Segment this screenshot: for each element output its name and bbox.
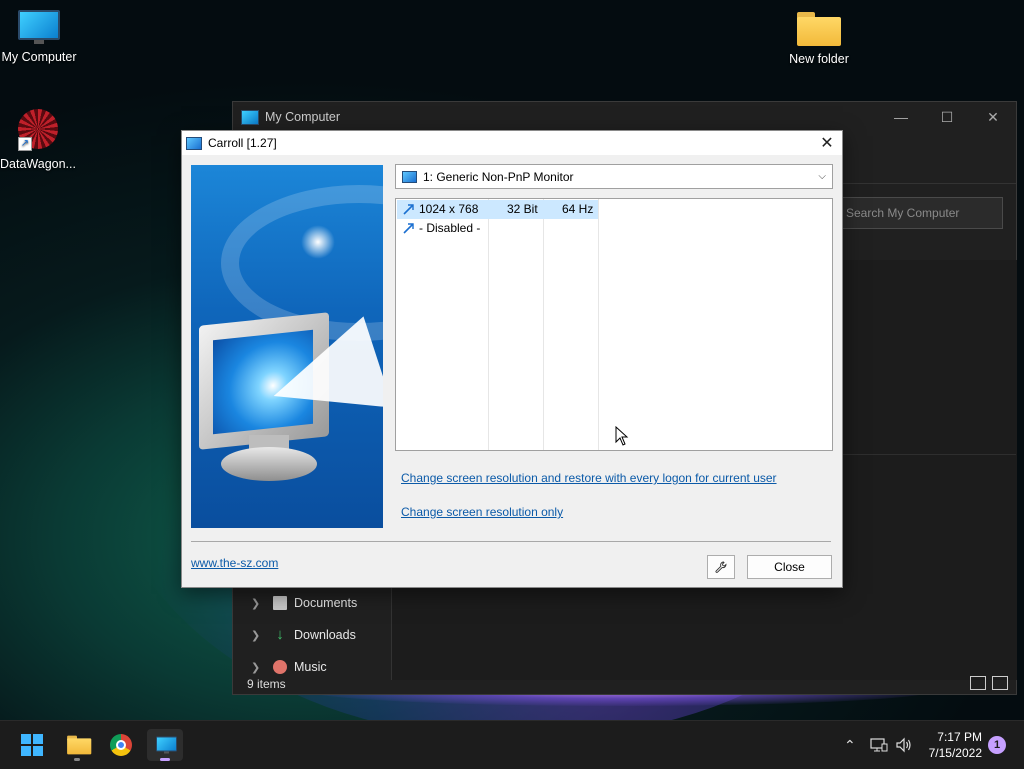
dialog-close-x-button[interactable]: ✕ bbox=[812, 131, 842, 155]
website-link[interactable]: www.the-sz.com bbox=[191, 556, 278, 570]
status-bar-item-count: 9 items bbox=[247, 677, 286, 691]
volume-icon[interactable] bbox=[895, 721, 913, 769]
desktop-icon-label: My Computer bbox=[1, 50, 77, 64]
maximize-button[interactable]: ☐ bbox=[924, 102, 970, 132]
change-resolution-only-link[interactable]: Change screen resolution only bbox=[401, 505, 563, 519]
chevron-right-icon[interactable]: ❯ bbox=[251, 629, 273, 642]
refresh-rate-cell: 64 Hz bbox=[562, 202, 594, 216]
clock-time: 7:17 PM bbox=[937, 730, 982, 744]
resize-arrow-icon bbox=[403, 223, 414, 234]
resolution-row-selected[interactable]: 1024 x 768 32 Bit 64 Hz bbox=[397, 200, 598, 219]
nav-item-label: Music bbox=[294, 660, 327, 674]
taskbar: ⌃ 7:17 PM 7/15/2022 1 bbox=[0, 720, 1024, 769]
desktop-icon-datawagon[interactable]: ↗ DataWagon... bbox=[0, 107, 86, 171]
large-icons-view-icon[interactable] bbox=[992, 676, 1008, 690]
close-button[interactable]: Close bbox=[747, 555, 832, 579]
carroll-dialog: Carroll [1.27] ✕ 1: Generic Non-PnP Moni… bbox=[181, 130, 843, 588]
resize-arrow-icon bbox=[403, 204, 414, 215]
resolution-row[interactable]: - Disabled - bbox=[397, 219, 598, 238]
close-button[interactable]: ✕ bbox=[970, 102, 1016, 132]
monitor-icon bbox=[241, 109, 259, 125]
nav-item-documents[interactable]: ❯ Documents bbox=[251, 596, 357, 610]
taskbar-chrome[interactable] bbox=[103, 729, 139, 761]
resolution-list[interactable]: 1024 x 768 32 Bit 64 Hz - Disabled - bbox=[395, 198, 833, 451]
datawagon-shortcut-icon: ↗ bbox=[16, 107, 60, 151]
wrench-icon bbox=[715, 561, 727, 573]
desktop-icon-label: New folder bbox=[789, 52, 849, 66]
nav-item-label: Documents bbox=[294, 596, 358, 610]
start-button[interactable] bbox=[14, 729, 50, 761]
carroll-banner-image bbox=[191, 165, 383, 528]
change-resolution-restore-link[interactable]: Change screen resolution and restore wit… bbox=[401, 471, 777, 485]
folder-icon bbox=[797, 12, 841, 46]
dialog-title: Carroll [1.27] bbox=[208, 136, 277, 150]
taskbar-file-explorer[interactable] bbox=[59, 729, 95, 761]
nav-item-music[interactable]: ❯ Music bbox=[251, 660, 327, 674]
chrome-icon bbox=[110, 734, 132, 756]
chevron-right-icon[interactable]: ❯ bbox=[251, 597, 273, 610]
monitor-select-value: 1: Generic Non-PnP Monitor bbox=[423, 169, 574, 184]
music-icon bbox=[273, 660, 287, 674]
color-depth-cell: 32 Bit bbox=[507, 202, 538, 216]
chevron-up-icon: ⌃ bbox=[844, 736, 856, 753]
monitor-icon bbox=[186, 136, 202, 150]
nav-item-label: Downloads bbox=[294, 628, 356, 642]
desktop-icon-label: DataWagon... bbox=[0, 157, 76, 171]
resolution-cell: - Disabled - bbox=[419, 221, 481, 235]
settings-button[interactable] bbox=[707, 555, 735, 579]
taskbar-carroll[interactable] bbox=[147, 729, 183, 761]
folder-icon bbox=[67, 735, 92, 755]
nav-item-downloads[interactable]: ❯ ↓ Downloads bbox=[251, 626, 356, 643]
explorer-title: My Computer bbox=[265, 110, 341, 124]
chevron-right-icon[interactable]: ❯ bbox=[251, 661, 273, 674]
monitor-icon bbox=[18, 10, 60, 44]
monitor-icon bbox=[156, 736, 177, 754]
windows-logo-icon bbox=[21, 734, 43, 756]
details-view-icon[interactable] bbox=[970, 676, 986, 690]
resolution-cell: 1024 x 768 bbox=[419, 202, 479, 216]
view-toggle bbox=[970, 676, 1008, 690]
mouse-cursor-icon bbox=[615, 426, 629, 446]
desktop-icon-my-computer[interactable]: My Computer bbox=[0, 10, 87, 64]
download-icon: ↓ bbox=[276, 626, 284, 643]
dialog-divider bbox=[191, 541, 831, 542]
network-icon[interactable] bbox=[870, 721, 888, 769]
document-icon bbox=[273, 596, 287, 610]
taskbar-indicator bbox=[160, 758, 170, 761]
taskbar-clock[interactable]: 7:17 PM 7/15/2022 bbox=[929, 729, 982, 761]
monitor-select[interactable]: 1: Generic Non-PnP Monitor ⌵ bbox=[395, 164, 833, 189]
column-divider bbox=[598, 199, 599, 450]
chevron-down-icon[interactable]: ⌵ bbox=[818, 171, 826, 182]
monitor-icon bbox=[402, 170, 417, 183]
show-hidden-icons-button[interactable]: ⌃ bbox=[844, 721, 856, 769]
dialog-titlebar[interactable]: Carroll [1.27] ✕ bbox=[182, 131, 842, 155]
search-input[interactable]: Search My Computer bbox=[837, 197, 1003, 229]
clock-date: 7/15/2022 bbox=[928, 746, 982, 760]
desktop-icon-new-folder[interactable]: New folder bbox=[771, 12, 867, 66]
minimize-button[interactable]: — bbox=[878, 102, 924, 132]
taskbar-indicator bbox=[74, 758, 80, 761]
notification-badge[interactable]: 1 bbox=[988, 736, 1006, 754]
